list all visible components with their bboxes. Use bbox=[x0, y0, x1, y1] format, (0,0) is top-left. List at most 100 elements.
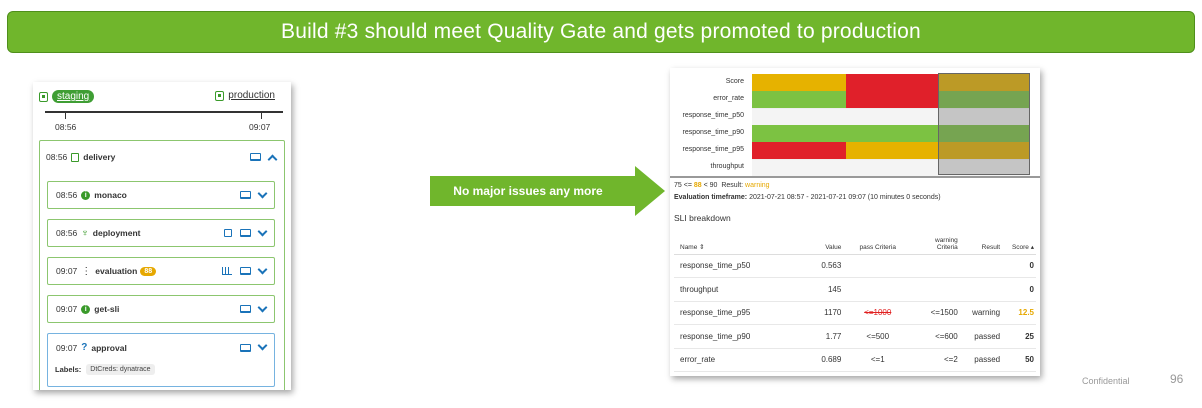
cell-name: error_rate bbox=[674, 348, 802, 372]
task-monaco[interactable]: 08:56 i monaco bbox=[47, 181, 275, 209]
task-get-sli[interactable]: 09:07 i get-sli bbox=[47, 295, 275, 323]
score-badge: 88 bbox=[140, 266, 157, 276]
cell-pass bbox=[843, 254, 913, 278]
heatmap-label: throughput bbox=[710, 163, 744, 170]
chart-icon[interactable] bbox=[222, 267, 232, 275]
table-row: response_time_p95 1170 <=1000 <=1500 war… bbox=[674, 301, 1036, 325]
cell-score: 0 bbox=[1002, 277, 1036, 302]
delivery-name: delivery bbox=[83, 152, 116, 162]
label-chip: DtCreds: dynatrace bbox=[86, 364, 155, 375]
cell-pass: <=500 bbox=[843, 324, 913, 349]
failed-criteria: <=1000 bbox=[864, 308, 892, 318]
cell-warning bbox=[912, 254, 960, 278]
col-warning-line2: Criteria bbox=[936, 243, 958, 251]
heatmap-cell[interactable] bbox=[752, 142, 846, 159]
stage-production-link[interactable]: production bbox=[215, 90, 275, 101]
heatmap-label: response_time_p50 bbox=[682, 112, 745, 119]
delivery-header[interactable]: 08:56 delivery bbox=[46, 150, 278, 164]
sli-table: Name ⇕ Value pass Criteria warning Criter… bbox=[674, 228, 1036, 372]
cell-warning: <=600 bbox=[912, 324, 960, 349]
timeframe-value: 2021-07-21 08:57 - 2021-07-21 09:07 (10 … bbox=[747, 194, 941, 201]
chevron-up-icon[interactable] bbox=[267, 154, 278, 164]
cell-name: response_time_p90 bbox=[674, 324, 802, 349]
heatmap-cell[interactable] bbox=[846, 74, 938, 91]
arrow-head bbox=[635, 166, 665, 216]
cell-score: 0 bbox=[1002, 254, 1036, 278]
col-pass: pass Criteria bbox=[843, 228, 913, 255]
task-time: 09:07 bbox=[56, 266, 78, 276]
heatmap-label: response_time_p95 bbox=[682, 146, 745, 153]
cell-score: 25 bbox=[1002, 324, 1036, 349]
monitor-icon[interactable] bbox=[240, 229, 251, 237]
cell-score: 12.5 bbox=[1002, 301, 1036, 325]
table-header-row: Name ⇕ Value pass Criteria warning Criter… bbox=[674, 228, 1036, 255]
heatmap-label: Score bbox=[725, 78, 744, 85]
cell-value: 0.563 bbox=[801, 254, 844, 278]
cell-value: 145 bbox=[801, 277, 844, 302]
task-time: 08:56 bbox=[56, 228, 78, 238]
callout-arrow: No major issues any more bbox=[430, 166, 666, 216]
question-icon: ? bbox=[81, 342, 88, 353]
summary-score: 88 bbox=[693, 182, 702, 189]
task-deployment[interactable]: 08:56 ♆ deployment bbox=[47, 219, 275, 247]
task-name: monaco bbox=[94, 190, 127, 200]
cell-value: 1.77 bbox=[801, 324, 844, 349]
confidential-label: Confidential bbox=[1082, 376, 1130, 386]
task-name: evaluation bbox=[95, 266, 138, 276]
selected-evaluation-overlay bbox=[938, 73, 1030, 175]
stage-staging-label: staging bbox=[52, 90, 95, 103]
info-icon: i bbox=[81, 304, 91, 314]
monitor-icon[interactable] bbox=[240, 191, 251, 199]
col-score[interactable]: Score ▴ bbox=[1002, 228, 1036, 255]
col-warning: warning Criteria bbox=[912, 228, 960, 255]
cell-value: 0.689 bbox=[801, 348, 844, 372]
chevron-down-icon[interactable] bbox=[257, 340, 268, 351]
info-icon: i bbox=[81, 190, 91, 200]
cell-name: response_time_p50 bbox=[674, 254, 802, 278]
monitor-icon[interactable] bbox=[240, 343, 251, 352]
timeline-line bbox=[45, 111, 283, 113]
table-row: response_time_p50 0.563 0 bbox=[674, 254, 1036, 278]
approval-labels: Labels: DtCreds: dynatrace bbox=[55, 364, 155, 375]
cell-score: 50 bbox=[1002, 348, 1036, 372]
heatmap-cell[interactable] bbox=[846, 91, 938, 108]
labels-caption: Labels: bbox=[55, 365, 82, 374]
heatmap-label: error_rate bbox=[713, 95, 744, 102]
cell-name: throughput bbox=[674, 277, 802, 302]
heatmap-label: response_time_p90 bbox=[682, 129, 745, 136]
chevron-down-icon[interactable] bbox=[257, 302, 268, 312]
heatmap-cell[interactable] bbox=[752, 91, 846, 108]
heatmap-cell[interactable] bbox=[752, 74, 846, 91]
stage-icon bbox=[39, 91, 48, 102]
monitor-icon[interactable] bbox=[240, 305, 251, 313]
chevron-down-icon[interactable] bbox=[257, 188, 268, 198]
table-row: response_time_p90 1.77 <=500 <=600 passe… bbox=[674, 324, 1036, 349]
monitor-icon[interactable] bbox=[250, 153, 261, 161]
arrow-text: No major issues any more bbox=[430, 176, 636, 206]
external-link-icon[interactable] bbox=[224, 229, 232, 237]
stage-icon bbox=[215, 90, 225, 101]
monitor-icon[interactable] bbox=[240, 267, 251, 275]
timeframe-label: Evaluation timeframe: bbox=[674, 194, 748, 201]
chevron-down-icon[interactable] bbox=[257, 226, 268, 236]
task-evaluation[interactable]: 09:07 ⋮ evaluation 88 bbox=[47, 257, 275, 285]
cell-result: passed bbox=[959, 324, 1003, 349]
cell-warning: <=1500 bbox=[912, 301, 960, 325]
table-row: throughput 145 0 bbox=[674, 277, 1036, 302]
delivery-time: 08:56 bbox=[46, 152, 68, 162]
task-approval[interactable]: 09:07 ? approval Labels: DtCreds: dynatr… bbox=[47, 333, 275, 387]
task-name: get-sli bbox=[94, 304, 120, 314]
traffic-light-icon: ⋮ bbox=[81, 265, 92, 277]
cell-pass bbox=[843, 277, 913, 302]
stage-staging-link[interactable]: staging bbox=[39, 90, 95, 103]
task-time: 08:56 bbox=[56, 190, 78, 200]
cell-pass: <=1000 bbox=[843, 301, 913, 325]
stage-timeline: staging production 08:56 09:07 bbox=[39, 90, 283, 132]
document-icon bbox=[71, 152, 80, 162]
col-name[interactable]: Name ⇕ bbox=[674, 228, 802, 255]
sli-breakdown-title: SLI breakdown bbox=[674, 213, 731, 223]
cell-pass: <=1 bbox=[843, 348, 913, 372]
evaluation-summary: 75 <= 88 < 90 Result: warning bbox=[674, 182, 770, 189]
chevron-down-icon[interactable] bbox=[257, 264, 268, 274]
timeline-tick bbox=[65, 113, 66, 119]
